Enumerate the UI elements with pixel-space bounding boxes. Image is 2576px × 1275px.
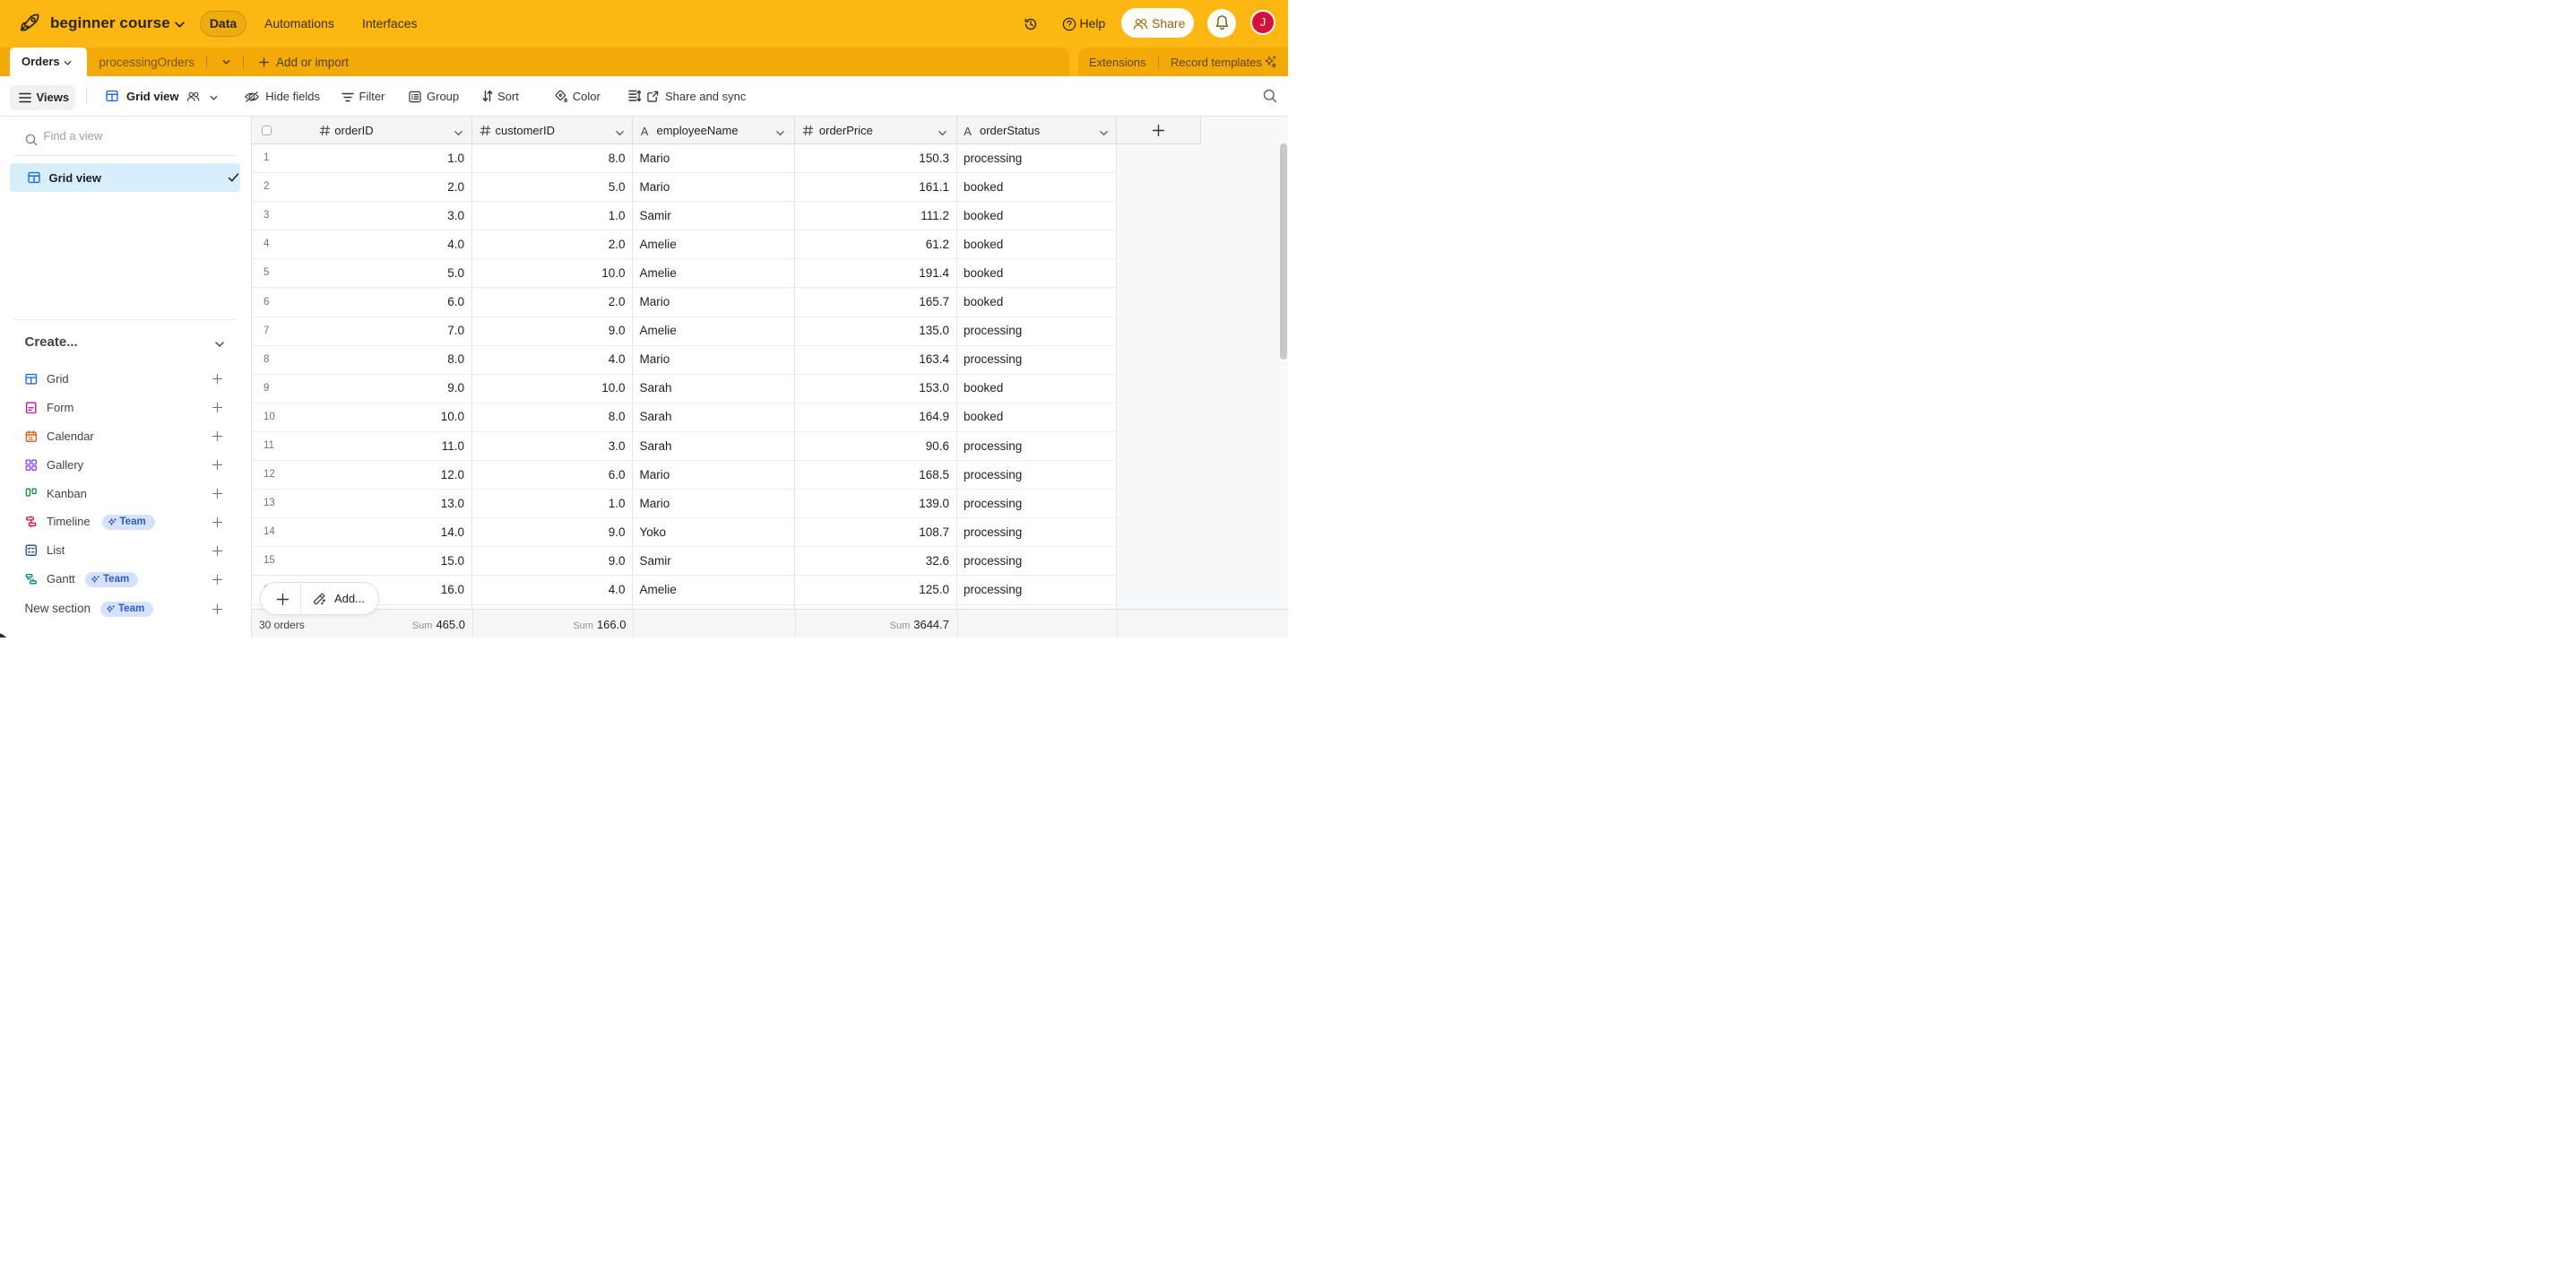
svg-text:31: 31	[28, 436, 33, 441]
